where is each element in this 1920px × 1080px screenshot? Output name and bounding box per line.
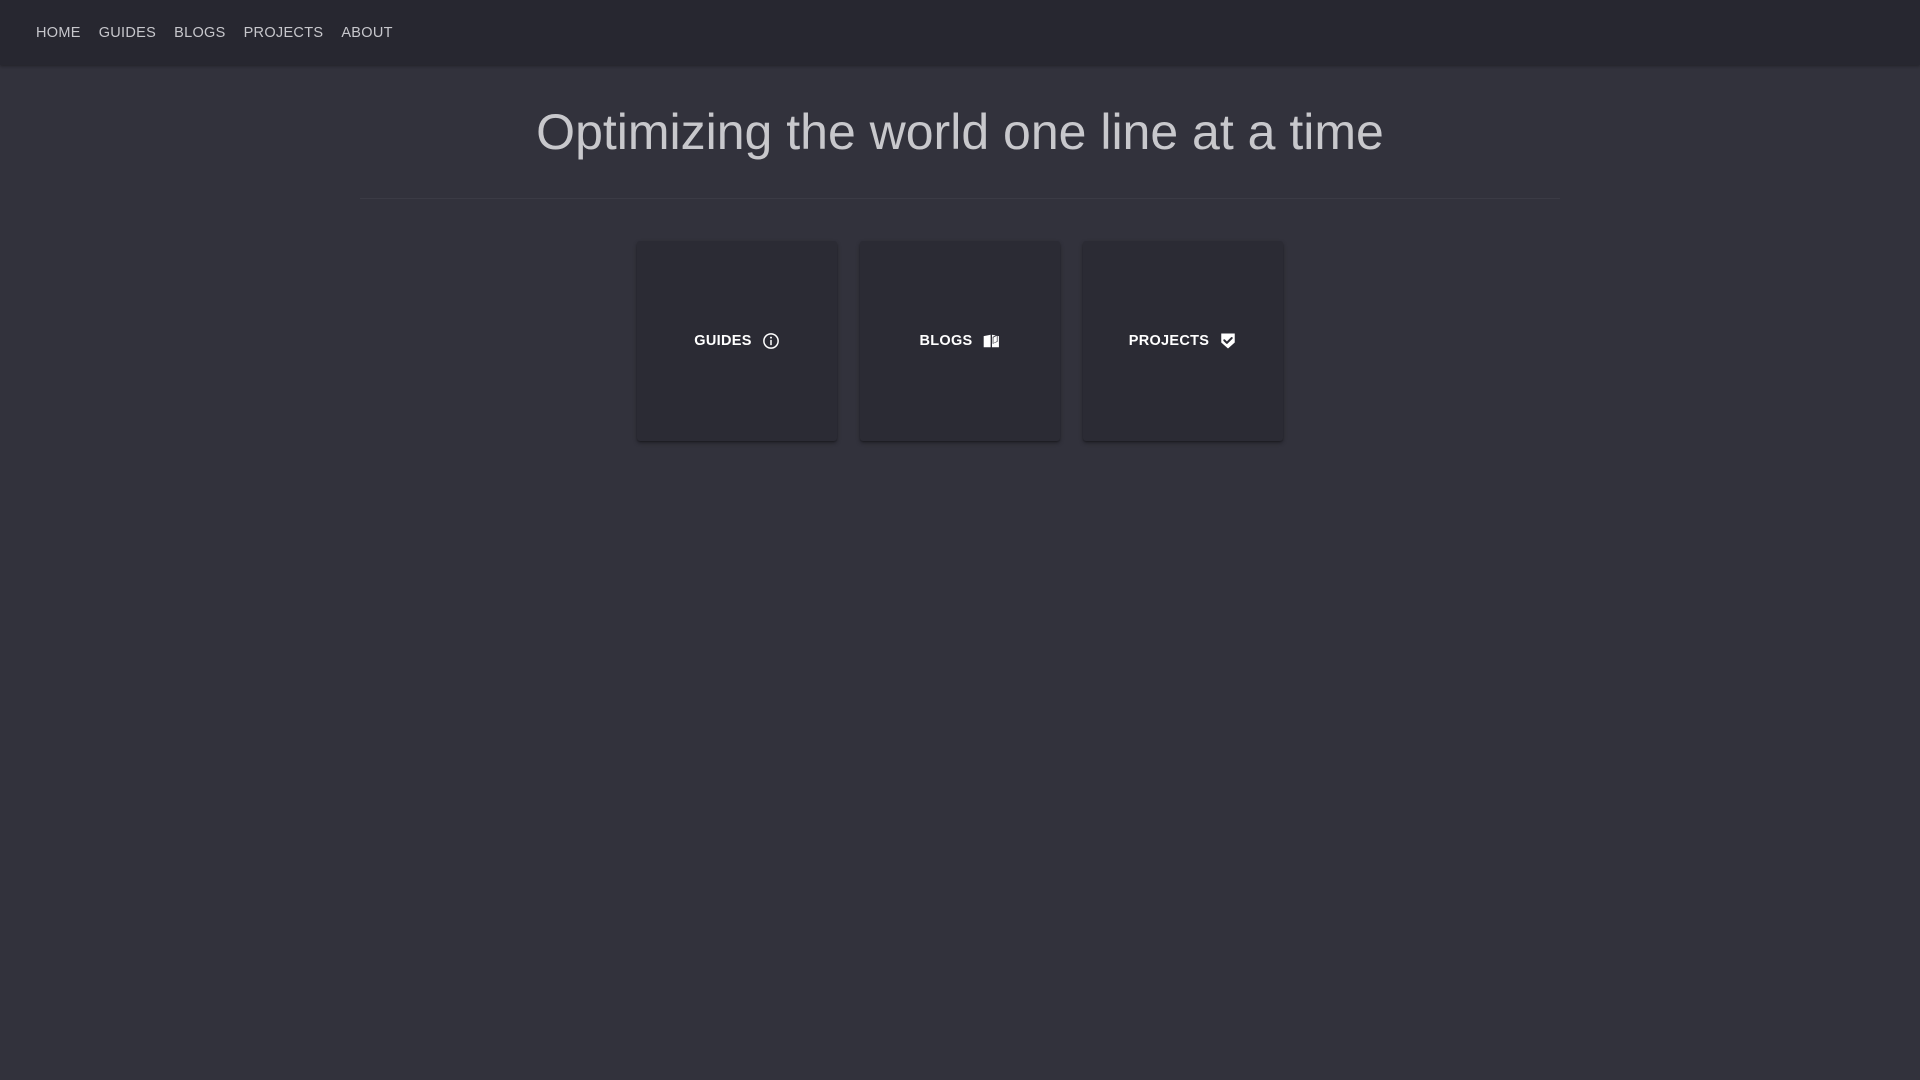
nav-about-link[interactable]: ABOUT bbox=[332, 25, 401, 41]
projects-card-label: PROJECTS bbox=[1128, 333, 1210, 349]
nav-projects-link[interactable]: PROJECTS bbox=[235, 25, 333, 41]
guides-card[interactable]: GUIDES bbox=[637, 241, 837, 441]
guides-card-label: GUIDES bbox=[694, 333, 752, 349]
main-nav: HOME GUIDES BLOGS PROJECTS ABOUT bbox=[27, 25, 402, 41]
projects-card[interactable]: PROJECTS bbox=[1083, 241, 1283, 441]
nav-guides-link[interactable]: GUIDES bbox=[90, 25, 165, 41]
top-app-bar: HOME GUIDES BLOGS PROJECTS ABOUT bbox=[0, 0, 1920, 65]
nav-home-link[interactable]: HOME bbox=[27, 25, 90, 41]
section-cards: GUIDES BLOGS PROJECTS bbox=[637, 241, 1283, 441]
blogs-card-label: BLOGS bbox=[919, 333, 973, 349]
blogs-card[interactable]: BLOGS bbox=[860, 241, 1060, 441]
nav-blogs-link[interactable]: BLOGS bbox=[165, 25, 234, 41]
book-open-icon bbox=[983, 332, 1001, 350]
info-circle-icon bbox=[762, 332, 780, 350]
page-title: Optimizing the world one line at a time bbox=[536, 104, 1384, 160]
shield-check-icon bbox=[1219, 332, 1237, 350]
title-divider bbox=[360, 198, 1560, 199]
